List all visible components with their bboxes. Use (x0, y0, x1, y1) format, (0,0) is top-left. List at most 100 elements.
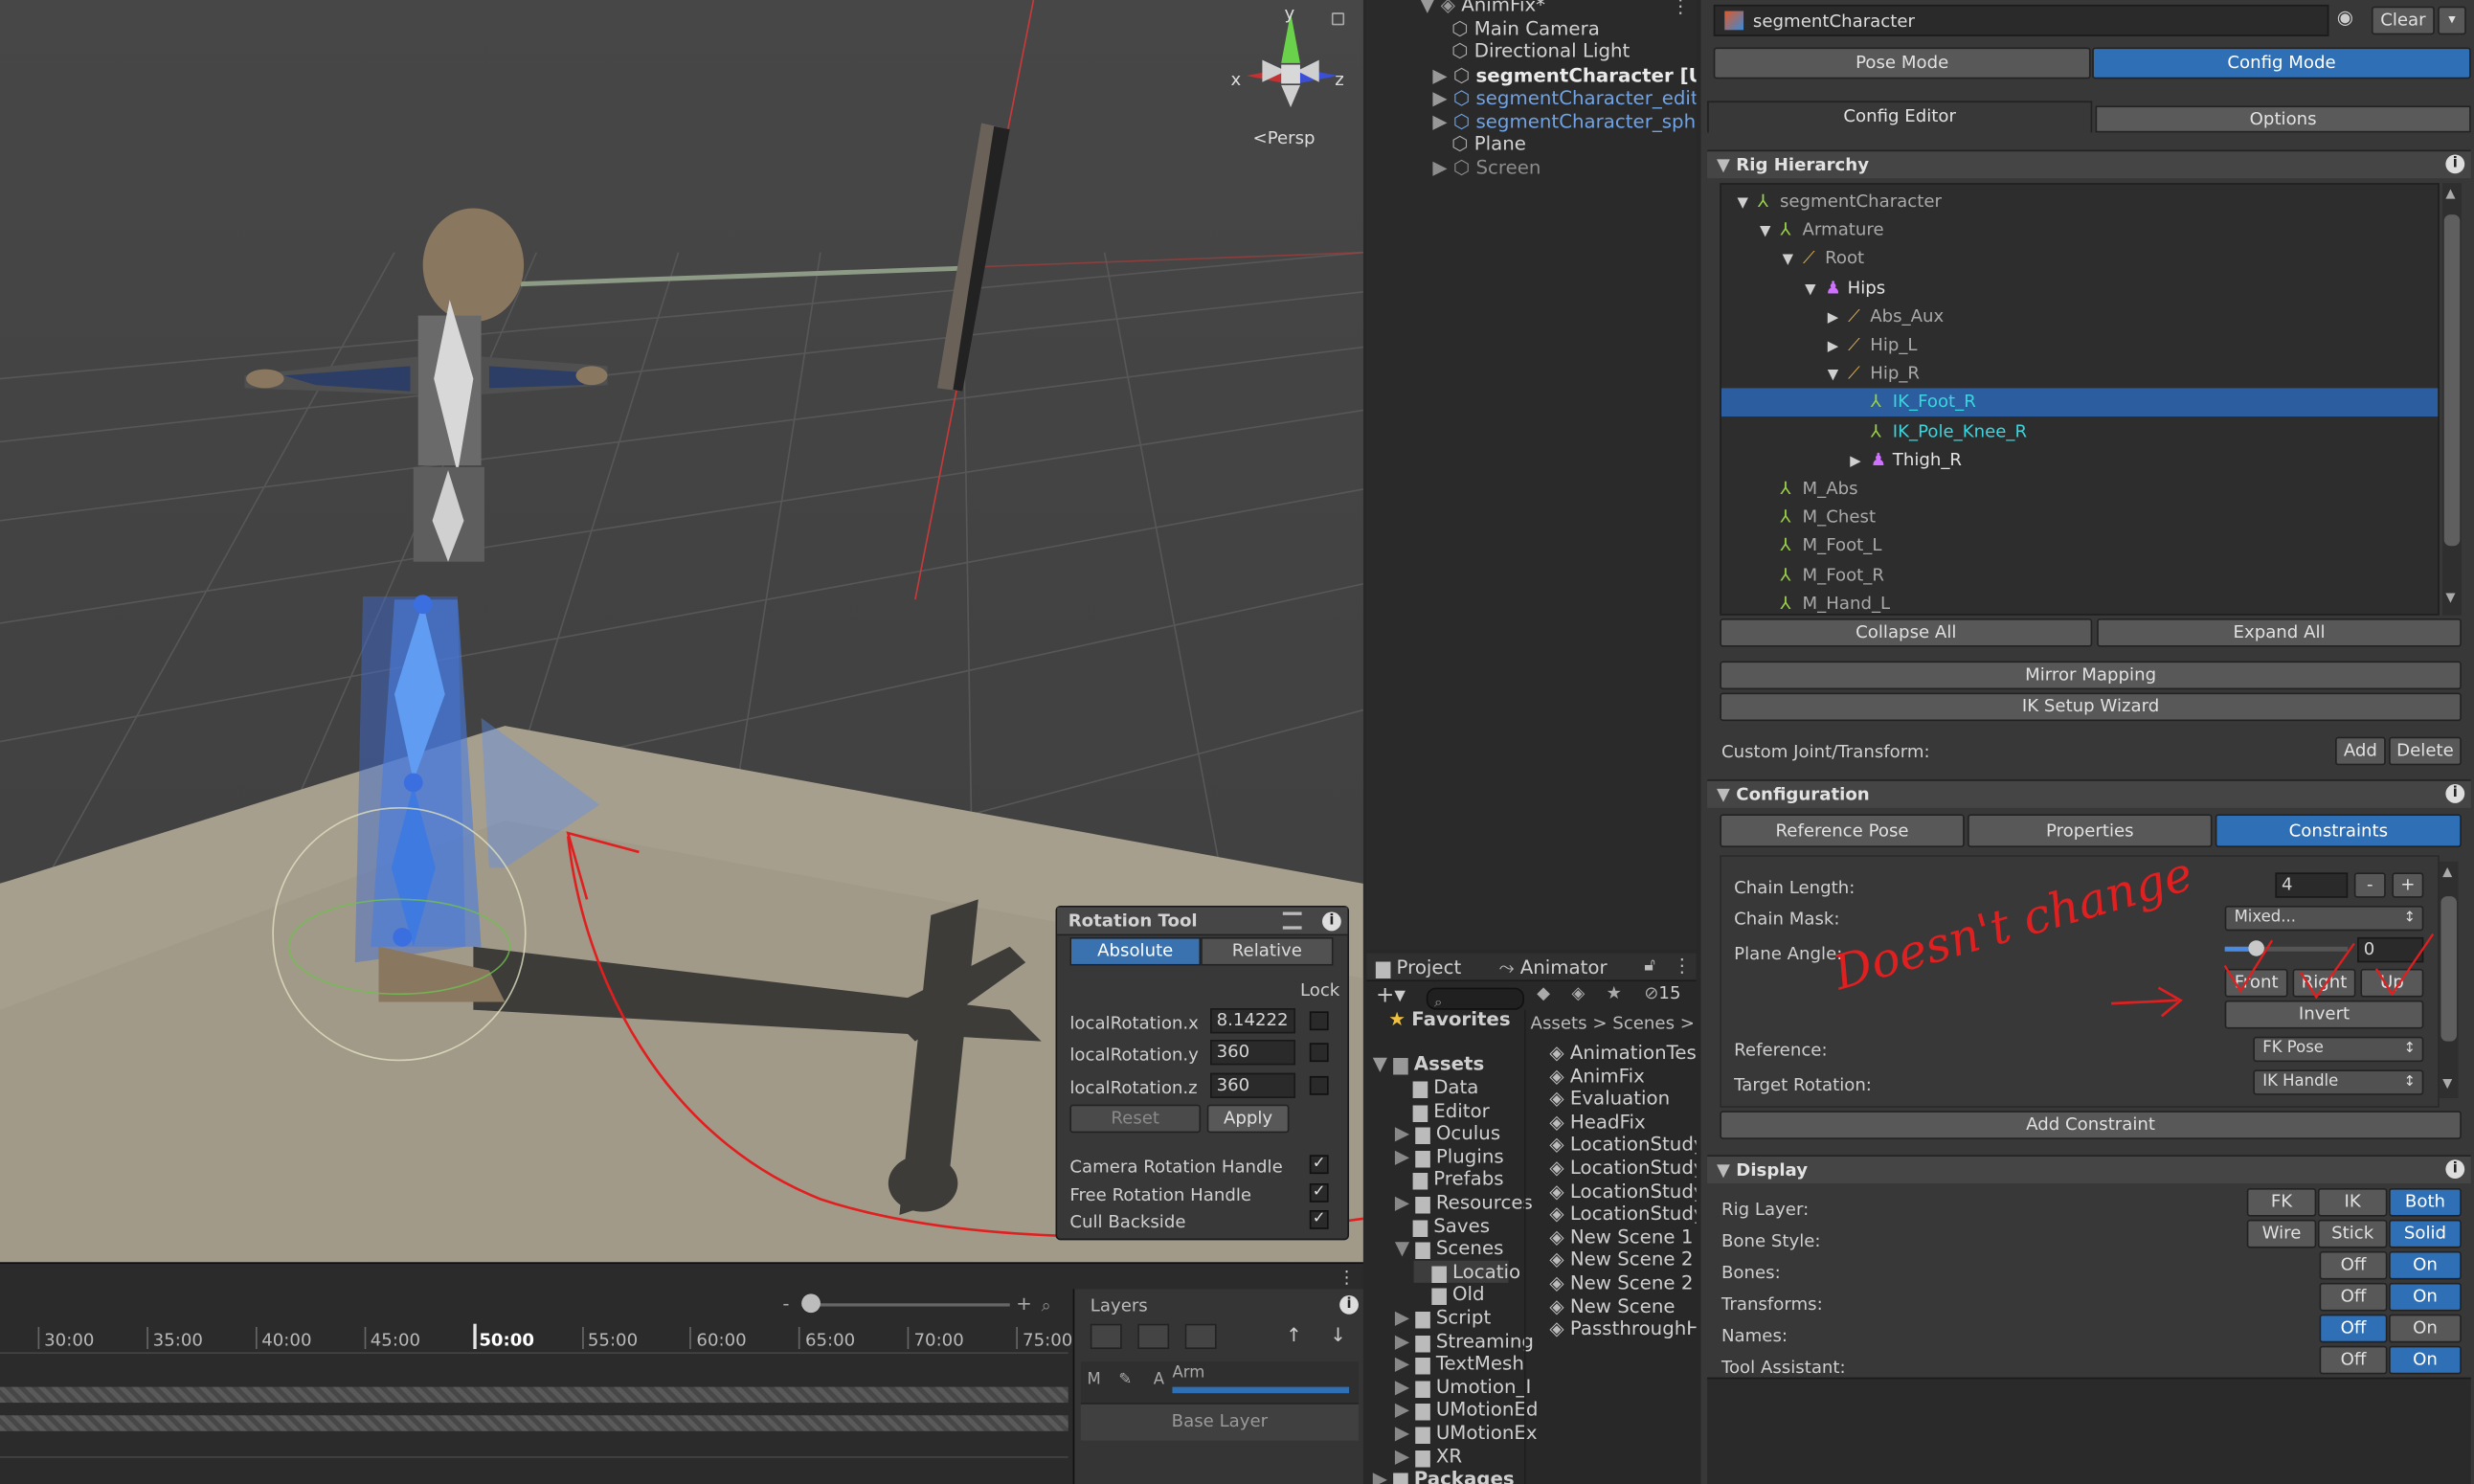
hierarchy-item-directional-light[interactable]: ⬡ Directional Light (1451, 39, 1630, 61)
project-folder[interactable]: ▆ Locatio (1413, 1260, 1520, 1283)
relative-mode-button[interactable]: Relative (1201, 936, 1334, 966)
bone-style-wire-button[interactable]: Wire (2246, 1219, 2317, 1248)
rig-hierarchy-scroll-thumb[interactable] (2443, 214, 2461, 547)
project-folder[interactable]: ▶ ▆ UMotionEx (1395, 1422, 1538, 1444)
lock-z-checkbox[interactable] (1309, 1075, 1329, 1095)
scene-file[interactable]: ◈ New Scene (1549, 1294, 1675, 1316)
filter-label-icon[interactable]: ◈ (1571, 983, 1585, 1003)
timeline-track-1[interactable] (0, 1386, 1068, 1404)
bone-style-stick-button[interactable]: Stick (2317, 1219, 2388, 1248)
rig-tree-row[interactable]: ⅄ M_Hand_L (1721, 590, 2438, 618)
apply-button[interactable]: Apply (1206, 1104, 1290, 1134)
cull-backside-checkbox[interactable]: ✓ (1309, 1210, 1329, 1229)
scene-file[interactable]: ◈ LocationStudy (1549, 1180, 1696, 1202)
scene-file[interactable]: ◈ HeadFix (1549, 1111, 1645, 1133)
tool-assistant-on-button[interactable]: On (2389, 1345, 2462, 1375)
scene-file[interactable]: ◈ New Scene 1 (1549, 1225, 1693, 1248)
remove-layer-icon[interactable] (1137, 1323, 1170, 1350)
add-joint-button[interactable]: Add (2335, 736, 2386, 766)
transforms-off-button[interactable]: Off (2319, 1282, 2388, 1312)
rotation-z-field[interactable]: 360 (1210, 1072, 1296, 1099)
ik-setup-wizard-button[interactable]: IK Setup Wizard (1720, 692, 2462, 722)
project-folder[interactable]: ▶ ▆ Packages (1373, 1468, 1515, 1484)
bones-on-button[interactable]: On (2389, 1250, 2462, 1280)
tab-project[interactable]: ▆ Project (1376, 956, 1461, 978)
favorite-star-icon[interactable]: ★ (1607, 983, 1622, 1003)
project-folder[interactable]: ▶ ▆ UMotionEd (1395, 1399, 1539, 1421)
zoom-minus[interactable]: - (782, 1293, 789, 1315)
timeline-playhead[interactable] (473, 1323, 477, 1350)
zoom-search-icon[interactable]: ⌕ (1042, 1295, 1051, 1317)
rig-layer-fk-button[interactable]: FK (2246, 1187, 2317, 1217)
add-layer-icon[interactable] (1090, 1323, 1122, 1350)
project-folder[interactable]: ▶ ▆ Plugins (1395, 1145, 1504, 1167)
project-folder[interactable]: ▆ Data (1395, 1076, 1479, 1098)
menu-icon[interactable] (1282, 911, 1302, 930)
rig-tree-row[interactable]: ▼ ⟋ Hip_R (1721, 360, 2438, 389)
scene-file[interactable]: ◈ LocationStudy (1549, 1157, 1696, 1179)
chain-length-decrement[interactable]: - (2353, 872, 2386, 898)
tab-options[interactable]: Options (2095, 105, 2471, 133)
names-off-button[interactable]: Off (2319, 1314, 2388, 1343)
add-constraint-button[interactable]: Add Constraint (1720, 1111, 2462, 1139)
project-breadcrumb[interactable]: Assets > Scenes > (1531, 1013, 1695, 1033)
rig-tree-row[interactable]: ⅄ M_Abs (1721, 475, 2438, 504)
scene-file[interactable]: ◈ Evaluation (1549, 1088, 1670, 1110)
tab-constraints[interactable]: Constraints (2215, 814, 2462, 847)
chain-mask-dropdown[interactable]: Mixed... (2224, 905, 2424, 932)
config-mode-button[interactable]: Config Mode (2092, 47, 2471, 79)
tab-config-editor[interactable]: Config Editor (1707, 101, 2093, 133)
rotation-y-field[interactable]: 360 (1210, 1040, 1296, 1066)
clear-button[interactable]: Clear (2371, 6, 2435, 35)
info-icon[interactable]: i (1322, 911, 1341, 932)
project-folder[interactable]: ▆ Editor (1395, 1099, 1490, 1121)
lock-y-checkbox[interactable] (1309, 1043, 1329, 1063)
hierarchy-item-screen[interactable]: ▶ ⬡ Screen (1432, 156, 1541, 178)
layers-info-icon[interactable]: i (1339, 1295, 1359, 1315)
lock-x-checkbox[interactable] (1309, 1011, 1329, 1031)
project-search-input[interactable]: ⌕ (1426, 987, 1524, 1011)
tab-properties[interactable]: Properties (1968, 814, 2213, 847)
arm-layer-row[interactable]: M ✎ A Arm (1080, 1361, 1359, 1404)
rig-tree-row[interactable]: ▼ ⅄ segmentCharacter (1721, 188, 2438, 216)
scene-file[interactable]: ◈ AnimationTest (1549, 1042, 1696, 1064)
collapse-all-button[interactable]: Collapse All (1720, 618, 2093, 647)
project-folder[interactable]: ▆ Prefabs (1395, 1168, 1504, 1190)
project-folder[interactable]: ▶ ▆ XR (1395, 1445, 1462, 1467)
tool-assistant-off-button[interactable]: Off (2319, 1345, 2388, 1375)
tab-reference-pose[interactable]: Reference Pose (1720, 814, 1965, 847)
project-folder[interactable]: ▶ ▆ Oculus (1395, 1122, 1500, 1144)
base-layer-row[interactable]: Base Layer (1080, 1403, 1359, 1441)
rotation-tool-header[interactable]: Rotation Tool (1057, 907, 1348, 936)
tab-animator[interactable]: ⤳ Animator (1499, 956, 1608, 980)
reset-button[interactable]: Reset (1069, 1104, 1202, 1134)
hierarchy-item-segment-character-edit[interactable]: ▶ ⬡ segmentCharacter_edit (1432, 87, 1696, 109)
rig-tree-row[interactable]: ▼ ⅄ Armature (1721, 216, 2438, 245)
rig-hierarchy-header[interactable]: ▼ Rig Hierarchy (1707, 149, 2471, 179)
expand-all-button[interactable]: Expand All (2097, 618, 2462, 647)
transforms-on-button[interactable]: On (2389, 1282, 2462, 1312)
rig-tree-row[interactable]: ⅄ IK_Pole_Knee_R (1721, 417, 2438, 446)
layer-down-icon[interactable]: ↓ (1330, 1324, 1346, 1346)
pose-mode-button[interactable]: Pose Mode (1713, 47, 2091, 79)
hierarchy-root-scene[interactable]: ▼ ◈ AnimFix* (1420, 0, 1545, 15)
target-object-field[interactable]: segmentCharacter (1713, 4, 2329, 36)
rig-tree-row[interactable]: ▶ ⟋ Abs_Aux (1721, 303, 2438, 331)
edit-pencil-icon[interactable]: ✎ (1118, 1371, 1132, 1388)
free-rotation-handle-checkbox[interactable]: ✓ (1309, 1183, 1329, 1203)
zoom-plus[interactable]: + (1016, 1293, 1032, 1315)
hierarchy-item-segment-character[interactable]: ▶ ⬡ segmentCharacter [UMo (1432, 65, 1696, 87)
lock-icon[interactable] (1331, 12, 1345, 26)
project-folder[interactable]: ▶ ▆ Script (1395, 1307, 1491, 1329)
rig-tree-row[interactable]: ▶ ♟ Thigh_R (1721, 446, 2438, 475)
absolute-mode-button[interactable]: Absolute (1069, 936, 1202, 966)
additive-toggle[interactable]: A (1154, 1371, 1164, 1388)
display-header[interactable]: ▼ Display (1707, 1155, 2471, 1183)
rig-tree-row[interactable]: ⅄ M_Foot_R (1721, 561, 2438, 590)
zoom-slider-track[interactable] (801, 1303, 1010, 1307)
scene-file[interactable]: ◈ LocationStudy (1549, 1203, 1696, 1225)
rig-tree-row[interactable]: ▼ ⟋ Root (1721, 245, 2438, 274)
names-on-button[interactable]: On (2389, 1314, 2462, 1343)
project-folder[interactable]: ▶ ▆ Streaming (1395, 1330, 1534, 1352)
rig-tree-row[interactable]: ⅄ M_Chest (1721, 504, 2438, 532)
